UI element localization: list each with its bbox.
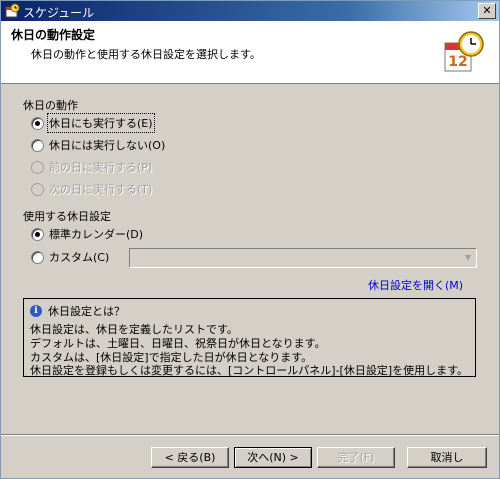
radio-button[interactable] [31,138,44,152]
info-title: 休日設定とは？ [48,305,125,318]
back-button[interactable]: < 戻る(B) [151,447,229,468]
radio-button[interactable] [31,116,44,130]
radio-label: 標準カレンダー(D) [49,228,144,241]
schedule-wizard-window: スケジュール ✕ 休日の動作設定 休日の動作と使用する休日設定を選択します。 1… [0,0,500,479]
chevron-down-icon[interactable]: ▼ [460,249,476,267]
radio-button[interactable] [31,250,44,264]
open-holiday-settings-link[interactable]: 休日設定を開く(M) [368,277,463,293]
wizard-header: 休日の動作設定 休日の動作と使用する休日設定を選択します。 12 [1,21,499,84]
page-subtitle: 休日の動作と使用する休日設定を選択します。 [31,48,261,61]
page-title: 休日の動作設定 [11,28,96,42]
radio-label: 休日には実行しない(O) [49,139,166,152]
info-line: 休日設定を登録もしくは変更するには、[コントロールパネル]-[休日設定]を使用し… [30,364,469,377]
radio-label: カスタム(C) [49,251,110,264]
calendar-day-text: 12 [448,54,467,70]
footer-divider [1,434,499,436]
cancel-button[interactable]: 取消し [407,447,487,468]
radio-button[interactable] [31,227,44,241]
holiday-action-label: 休日の動作 [23,99,78,112]
radio-run-on-holiday[interactable]: 休日にも実行する(E) [31,113,155,133]
calendar-clock-icon: 12 [444,31,484,72]
title-bar[interactable]: スケジュール ✕ [1,1,499,21]
radio-button[interactable] [31,182,44,196]
custom-holiday-select[interactable]: ▼ [129,248,477,268]
radio-custom[interactable]: カスタム(C) [31,249,109,265]
radio-button[interactable] [31,160,44,174]
radio-run-next-day[interactable]: 次の日に実行する(T) [31,181,152,197]
radio-label: 休日にも実行する(E) [47,113,155,133]
close-button[interactable]: ✕ [478,3,496,19]
holiday-setting-label: 使用する休日設定 [23,210,111,223]
schedule-icon [5,3,20,18]
window-title: スケジュール [23,6,95,20]
finish-button[interactable]: 完了(F) [317,447,395,468]
radio-label: 次の日に実行する(T) [49,183,153,196]
info-icon: i [30,305,42,317]
info-box: i 休日設定とは？ 休日設定は、休日を定義したリストです。 デフォルトは、土曜日… [23,298,476,377]
radio-standard-calendar[interactable]: 標準カレンダー(D) [31,226,143,242]
radio-skip-holiday[interactable]: 休日には実行しない(O) [31,137,165,153]
next-button[interactable]: 次へ(N) > [234,447,312,468]
radio-run-previous-day[interactable]: 前の日に実行する(P) [31,159,152,175]
radio-label: 前の日に実行する(P) [49,161,153,174]
info-title-row: i 休日設定とは？ [30,303,125,319]
